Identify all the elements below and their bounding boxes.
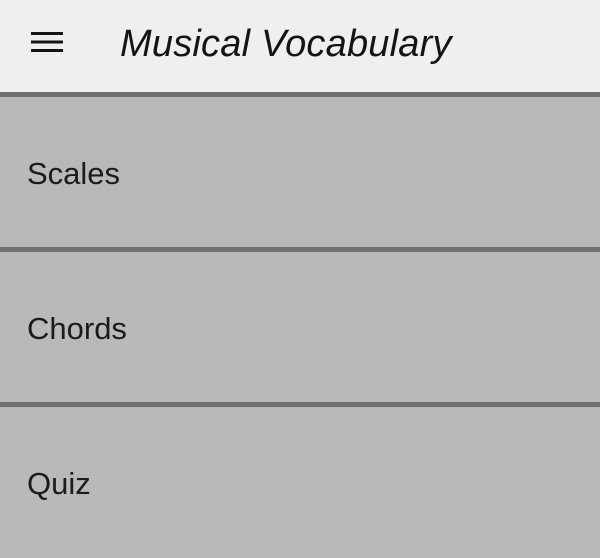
menu-list: Scales Chords Quiz: [0, 92, 600, 558]
app-bar: Musical Vocabulary: [0, 0, 600, 92]
menu-button[interactable]: [18, 18, 76, 66]
menu-item-label: Quiz: [27, 466, 91, 501]
menu-item-scales[interactable]: Scales: [0, 97, 600, 247]
app-title: Musical Vocabulary: [120, 23, 452, 65]
menu-item-label: Chords: [27, 311, 127, 346]
hamburger-menu-icon: [31, 30, 63, 54]
menu-item-label: Scales: [27, 156, 121, 191]
menu-item-chords[interactable]: Chords: [0, 252, 600, 402]
app-screen: Musical Vocabulary Scales Chords Quiz: [0, 0, 600, 558]
menu-item-quiz[interactable]: Quiz: [0, 407, 600, 558]
